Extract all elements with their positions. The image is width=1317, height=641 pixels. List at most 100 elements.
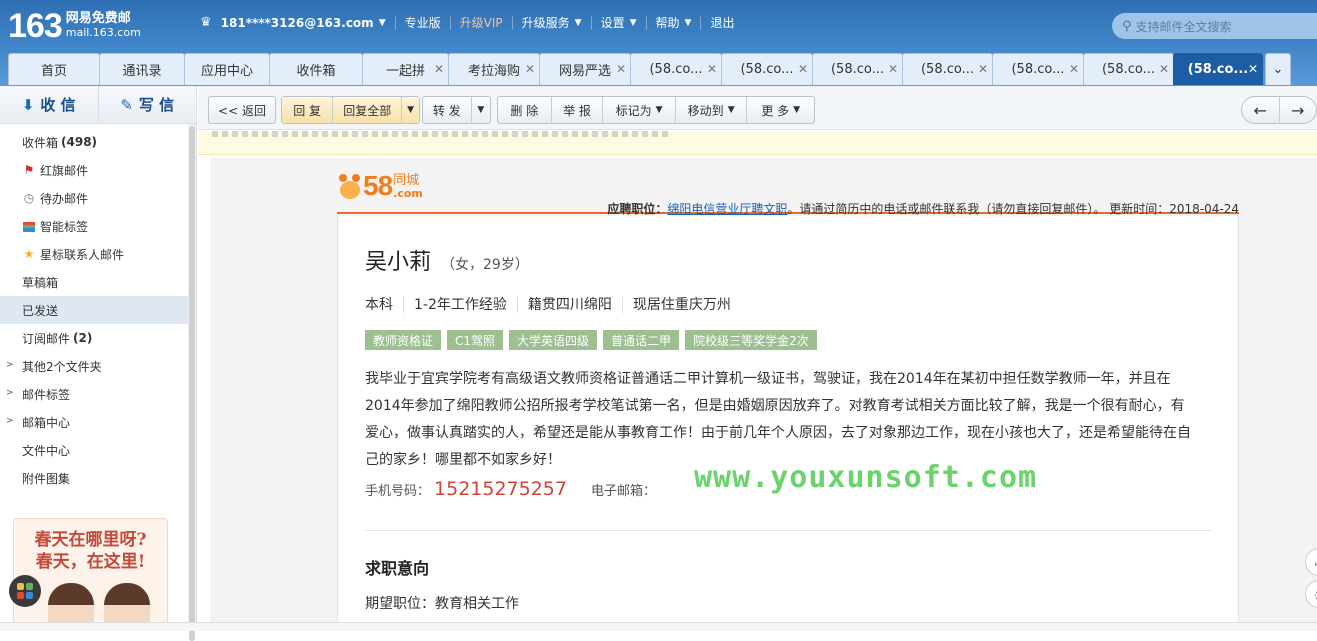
folder-mail-tags[interactable]: > 邮件标签 — [0, 380, 196, 408]
tab-kaola[interactable]: 考拉海购 ✕ — [448, 53, 540, 85]
folder-file-center[interactable]: 文件中心 — [0, 436, 196, 464]
app-grid-button[interactable] — [9, 575, 41, 607]
promo-line-2: 春天，在这里! — [35, 552, 146, 572]
folder-red-flag[interactable]: ⚑ 红旗邮件 — [0, 156, 196, 184]
arrow-right-icon[interactable]: → — [1280, 97, 1317, 123]
chevron-down-icon: ▼ — [574, 18, 582, 28]
chevron-right-icon: > — [6, 388, 14, 398]
tab-overflow-button[interactable]: ⌄ — [1265, 53, 1291, 85]
search-icon: ⚲ — [1122, 18, 1132, 34]
close-icon[interactable]: ✕ — [434, 62, 444, 76]
close-icon[interactable]: ✕ — [978, 62, 988, 76]
chevron-down-icon: ▼ — [407, 105, 415, 115]
folder-mailbox-center[interactable]: > 邮箱中心 — [0, 408, 196, 436]
logout-link[interactable]: 退出 — [700, 16, 743, 30]
folder-drafts[interactable]: 草稿箱 — [0, 268, 196, 296]
arrow-left-icon[interactable]: ← — [1242, 97, 1280, 123]
account-menu[interactable]: ♛ 181****3126@163.com ▼ — [200, 15, 395, 31]
chevron-right-icon: > — [6, 360, 14, 370]
residence: 现居住重庆万州 — [621, 297, 741, 313]
close-icon[interactable]: ✕ — [707, 62, 717, 76]
move-to-menu[interactable]: 移动到 ▼ — [676, 97, 748, 123]
more-menu[interactable]: 更 多 ▼ — [747, 97, 814, 123]
chevron-down-icon: ▼ — [727, 105, 735, 115]
unread-count: (498) — [61, 135, 98, 149]
phone-number: 15215275257 — [434, 478, 567, 500]
skill-tags: 教师资格证 C1驾照 大学英语四级 普通话二甲 院校级三等奖学金2次 — [365, 330, 817, 350]
upgrade-service-menu[interactable]: 升级服务 ▼ — [511, 16, 591, 30]
reply-group: 回 复 回复全部 ▼ — [281, 96, 420, 124]
sidebar: ⬇ 收 信 ✎ 写 信 收件箱 (498) ⚑ 红旗邮件 ◷ 待办邮件 智能标签 … — [0, 86, 197, 641]
brand-name: 网易免费邮 — [65, 11, 131, 26]
folder-other-folders[interactable]: > 其他2个文件夹 — [0, 352, 196, 380]
close-icon[interactable]: ✕ — [525, 62, 535, 76]
promo-banner[interactable]: 春天在哪里呀? 春天，在这里! — [13, 518, 168, 631]
expected-position: 期望职位：教育相关工作 — [365, 596, 519, 612]
tab-inbox[interactable]: 收件箱 — [269, 53, 363, 85]
close-icon[interactable]: ✕ — [1248, 62, 1258, 76]
sidebar-scroll-thumb[interactable] — [189, 126, 195, 641]
tab-58-mail[interactable]: (58.co... ✕ — [1083, 53, 1174, 85]
action-group: 删 除 举 报 标记为 ▼ 移动到 ▼ 更 多 ▼ — [497, 96, 815, 124]
brand-logo[interactable]: 163 网易免费邮 mail.163.com — [8, 8, 141, 44]
resume-site-header: 58 同城 .com 应聘职位：绵阳电信营业厅聘文职。请通过简历中的电话或邮件联… — [337, 170, 1239, 216]
close-icon[interactable]: ✕ — [1069, 62, 1079, 76]
folder-todo[interactable]: ◷ 待办邮件 — [0, 184, 196, 212]
folder-smart-tags[interactable]: 智能标签 — [0, 212, 196, 240]
tab-58-mail[interactable]: (58.co... ✕ — [992, 53, 1084, 85]
forward-button[interactable]: 转 发 — [423, 97, 472, 123]
help-menu[interactable]: 帮助 ▼ — [645, 16, 701, 30]
reply-dropdown[interactable]: ▼ — [402, 97, 419, 123]
receive-mail-button[interactable]: ⬇ 收 信 — [0, 86, 99, 123]
self-introduction: 我毕业于宜宾学院考有高级语文教师资格证普通话二甲计算机一级证书，驾驶证，我在20… — [365, 371, 1191, 468]
top-nav: ♛ 181****3126@163.com ▼ 专业版 升级VIP 升级服务 ▼ … — [200, 12, 743, 34]
search-input[interactable]: ⚲ 支持邮件全文搜索 — [1112, 13, 1317, 39]
tab-58-mail-active[interactable]: (58.co... ✕ — [1173, 53, 1263, 85]
settings-menu[interactable]: 设置 ▼ — [590, 16, 646, 30]
chevron-down-icon: ▼ — [378, 18, 386, 28]
chevron-down-icon: ▼ — [477, 105, 485, 115]
close-icon[interactable]: ✕ — [888, 62, 898, 76]
reading-pane: 58 同城 .com 应聘职位：绵阳电信营业厅聘文职。请通过简历中的电话或邮件联… — [198, 131, 1317, 631]
clock-icon: ◷ — [23, 191, 35, 205]
email-label: 电子邮箱： — [591, 484, 657, 499]
tab-app-center[interactable]: 应用中心 — [184, 53, 270, 85]
applied-position-link[interactable]: 绵阳电信营业厅聘文职 — [667, 202, 787, 216]
candidate-name: 吴小莉 — [365, 250, 432, 275]
tab-58-mail[interactable]: (58.co... ✕ — [721, 53, 813, 85]
app-header: 163 网易免费邮 mail.163.com ♛ 181****3126@163… — [0, 0, 1317, 86]
pro-edition-link[interactable]: 专业版 — [394, 16, 450, 30]
chevron-down-icon: ▼ — [629, 18, 637, 28]
crown-icon: ♛ — [200, 15, 212, 30]
education: 本科 — [365, 297, 393, 313]
reply-all-button[interactable]: 回复全部 — [333, 97, 403, 123]
folder-inbox[interactable]: 收件箱 (498) — [0, 128, 196, 156]
tab-58-mail[interactable]: (58.co... ✕ — [902, 53, 993, 85]
delete-button[interactable]: 删 除 — [498, 97, 552, 123]
contact-row: 手机号码： 15215275257 电子邮箱： — [365, 478, 657, 500]
folder-sent[interactable]: 已发送 — [0, 296, 196, 324]
report-button[interactable]: 举 报 — [552, 97, 604, 123]
tab-58-mail[interactable]: (58.co... ✕ — [630, 53, 722, 85]
tab-yanxuan[interactable]: 网易严选 ✕ — [539, 53, 631, 85]
close-icon[interactable]: ✕ — [1159, 62, 1169, 76]
mark-as-menu[interactable]: 标记为 ▼ — [603, 97, 676, 123]
reply-button[interactable]: 回 复 — [282, 97, 334, 123]
mail-body: 58 同城 .com 应聘职位：绵阳电信营业厅聘文职。请通过简历中的电话或邮件联… — [210, 158, 1317, 631]
back-button[interactable]: << 返回 — [208, 96, 276, 124]
close-icon[interactable]: ✕ — [798, 62, 808, 76]
tab-home[interactable]: 首页 — [8, 53, 100, 85]
folder-starred-contacts[interactable]: ★ 星标联系人邮件 — [0, 240, 196, 268]
forward-dropdown[interactable]: ▼ — [472, 97, 490, 123]
tab-contacts[interactable]: 通讯录 — [99, 53, 185, 85]
compose-button[interactable]: ✎ 写 信 — [99, 86, 197, 123]
mail-header-strip — [198, 131, 1317, 155]
folder-attachment-gallery[interactable]: 附件图集 — [0, 464, 196, 492]
tab-yiqipin[interactable]: 一起拼 ✕ — [362, 53, 449, 85]
section-divider — [365, 530, 1213, 531]
chevron-down-icon: ⌄ — [1272, 62, 1284, 77]
tab-58-mail[interactable]: (58.co... ✕ — [812, 53, 903, 85]
upgrade-vip-link[interactable]: 升级VIP — [449, 16, 512, 30]
close-icon[interactable]: ✕ — [616, 62, 626, 76]
folder-subscriptions[interactable]: 订阅邮件 (2) — [0, 324, 196, 352]
